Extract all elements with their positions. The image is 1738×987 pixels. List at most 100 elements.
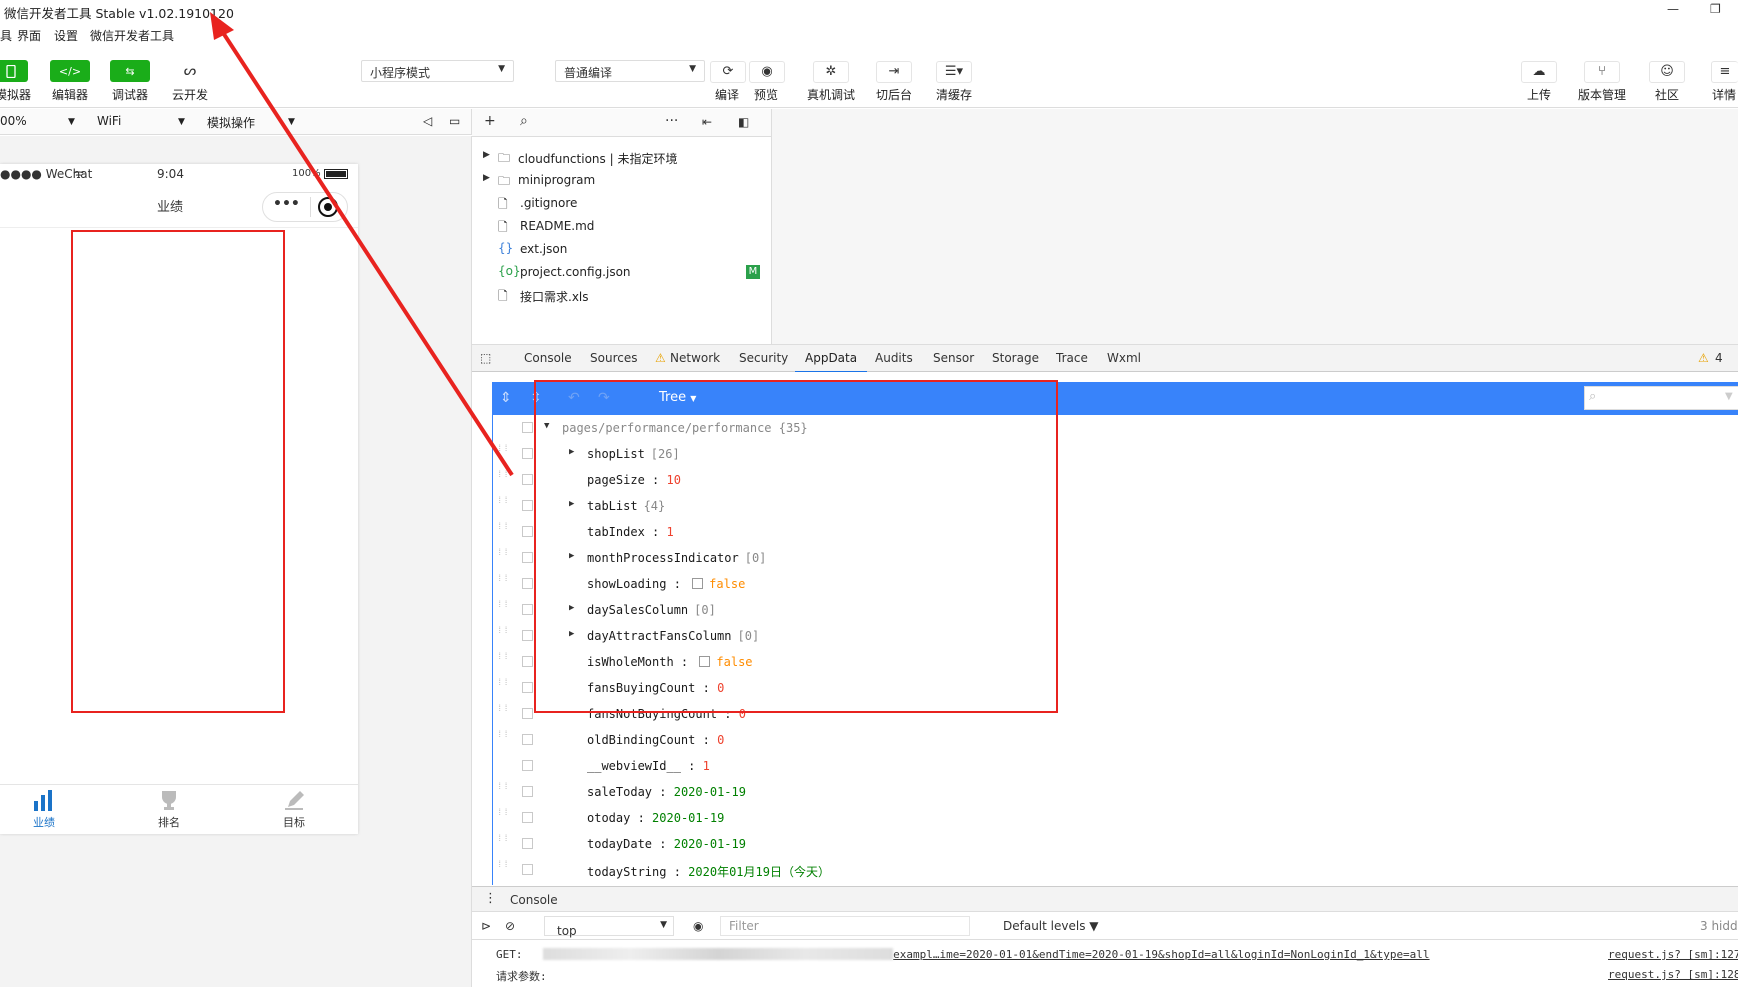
drag-handle-icon[interactable]: ⁞⁞ <box>497 861 509 875</box>
real-device-debug-button[interactable]: ✲ <box>813 61 849 83</box>
json-row[interactable]: ⁞⁞ showLoading : false <box>493 571 1693 597</box>
restore-button[interactable]: ❐ <box>1710 2 1721 16</box>
drag-handle-icon[interactable]: ⁞⁞ <box>497 653 509 667</box>
json-root-row[interactable]: ▼ pages/performance/performance {35} <box>493 415 1693 441</box>
log-levels-select[interactable]: Default levels ▼ <box>1003 919 1099 933</box>
expand-all-icon[interactable]: ⇕ <box>500 390 512 406</box>
context-menu-button[interactable] <box>522 604 533 615</box>
console-filter-input[interactable]: Filter <box>720 916 970 936</box>
json-value[interactable]: false <box>716 655 752 669</box>
bool-checkbox[interactable] <box>692 578 704 589</box>
expand-arrow-icon[interactable]: ▶ <box>483 150 490 160</box>
tab-sensor[interactable]: Sensor <box>933 351 974 365</box>
drawer-menu-icon[interactable]: ⋮ <box>484 891 497 906</box>
json-key-name[interactable]: isWholeMonth <box>587 655 674 669</box>
json-key-name[interactable]: todayString <box>587 865 666 879</box>
json-value[interactable]: 0 <box>717 681 724 695</box>
window-icon[interactable]: ▭ <box>449 114 460 128</box>
json-row[interactable]: ⁞⁞ ▶ monthProcessIndicator [0] <box>493 545 1693 571</box>
context-menu-button[interactable] <box>522 734 533 745</box>
file-item-xls[interactable]: 🗋 接口需求.xls <box>472 284 772 306</box>
eye-icon[interactable]: ◉ <box>693 919 703 933</box>
simulator-toggle-button[interactable] <box>0 60 28 82</box>
log-url[interactable]: exampl…ime=2020-01-01&endTime=2020-01-19… <box>893 948 1429 961</box>
json-row[interactable]: ⁞⁞ tabIndex : 1 <box>493 519 1693 545</box>
upload-button[interactable]: ☁ <box>1521 61 1557 83</box>
context-menu-button[interactable] <box>522 422 533 433</box>
details-button[interactable]: ≡ <box>1711 61 1738 83</box>
warning-count[interactable]: 4 <box>1715 351 1723 365</box>
drag-handle-icon[interactable]: ⁞⁞ <box>497 731 509 745</box>
expand-arrow-icon[interactable]: ▶ <box>483 173 490 183</box>
more-icon[interactable]: ••• <box>273 196 300 212</box>
json-value[interactable]: 0 <box>717 733 724 747</box>
json-key-name[interactable]: oldBindingCount <box>587 733 695 747</box>
json-row[interactable]: ⁞⁞ otoday : 2020-01-19 <box>493 805 1693 831</box>
context-menu-button[interactable] <box>522 656 533 667</box>
json-value[interactable]: 0 <box>739 707 746 721</box>
context-menu-button[interactable] <box>522 708 533 719</box>
cloud-dev-button[interactable]: ᔕ <box>170 60 210 82</box>
context-menu-button[interactable] <box>522 630 533 641</box>
context-menu-button[interactable] <box>522 682 533 693</box>
simulate-ops-select[interactable]: 模拟操作 <box>207 114 255 131</box>
json-row[interactable]: ⁞⁞ todayDate : 2020-01-19 <box>493 831 1693 857</box>
context-menu-button[interactable] <box>522 812 533 823</box>
drag-handle-icon[interactable]: ⁞⁞ <box>497 523 509 537</box>
drag-handle-icon[interactable]: ⁞⁞ <box>497 627 509 641</box>
tab-target[interactable]: 目标 <box>254 789 334 830</box>
mute-icon[interactable]: ◁ <box>423 114 432 128</box>
hide-panel-icon[interactable]: ◧ <box>738 115 749 129</box>
add-file-icon[interactable]: + <box>484 113 496 129</box>
drag-handle-icon[interactable]: ⁞⁞ <box>497 445 509 459</box>
show-sidebar-icon[interactable]: ⊳ <box>481 919 491 933</box>
tab-security[interactable]: Security <box>739 351 788 365</box>
json-row[interactable]: ⁞⁞ isWholeMonth : false <box>493 649 1693 675</box>
context-menu-button[interactable] <box>522 526 533 537</box>
editor-toggle-button[interactable]: </> <box>50 60 90 82</box>
more-options-icon[interactable]: ··· <box>665 113 678 129</box>
context-menu-button[interactable] <box>522 786 533 797</box>
menu-tools[interactable]: 具 <box>0 27 12 44</box>
log-source-link[interactable]: request.js? [sm]:127 <box>1608 948 1738 961</box>
collapse-arrow-icon[interactable]: ▼ <box>544 421 549 431</box>
json-value[interactable]: 2020-01-19 <box>674 837 746 851</box>
drag-handle-icon[interactable]: ⁞⁞ <box>497 809 509 823</box>
json-row[interactable]: ⁞⁞ oldBindingCount : 0 <box>493 727 1693 753</box>
drag-handle-icon[interactable]: ⁞⁞ <box>497 835 509 849</box>
json-row[interactable]: ⁞⁞ saleToday : 2020-01-19 <box>493 779 1693 805</box>
file-item-readme[interactable]: 🗋 README.md <box>472 215 772 237</box>
console-drawer-tab[interactable]: Console <box>500 893 568 915</box>
json-value[interactable]: 1 <box>703 759 710 773</box>
drag-handle-icon[interactable]: ⁞⁞ <box>497 679 509 693</box>
json-key-name[interactable]: todayDate <box>587 837 652 851</box>
view-mode-select[interactable]: Tree ▼ <box>659 390 696 405</box>
json-key-name[interactable]: tabIndex <box>587 525 645 539</box>
undo-icon[interactable]: ↶ <box>568 390 580 406</box>
community-button[interactable]: ☺ <box>1649 61 1685 83</box>
context-menu-button[interactable] <box>522 552 533 563</box>
menu-settings[interactable]: 设置 <box>54 27 78 44</box>
tab-console[interactable]: Console <box>524 351 572 365</box>
background-button[interactable]: ⇥ <box>876 61 912 83</box>
json-row[interactable]: ⁞⁞ fansNotBuyingCount : 0 <box>493 701 1693 727</box>
drag-handle-icon[interactable]: ⁞⁞ <box>497 497 509 511</box>
redo-icon[interactable]: ↷ <box>598 390 610 406</box>
json-row[interactable]: __webviewId__ : 1 <box>493 753 1693 779</box>
json-row[interactable]: ⁞⁞ pageSize : 10 <box>493 467 1693 493</box>
json-value[interactable]: 2020年01月19日（今天） <box>688 865 830 879</box>
json-key-name[interactable]: __webviewId__ <box>587 759 681 773</box>
json-key-name[interactable]: shopList <box>587 447 645 461</box>
expand-arrow-icon[interactable]: ▶ <box>569 499 574 509</box>
json-value[interactable]: 2020-01-19 <box>652 811 724 825</box>
collapse-all-icon[interactable]: ⇤ <box>702 115 712 129</box>
json-key-name[interactable]: pageSize <box>587 473 645 487</box>
json-row[interactable]: ⁞⁞ ▶ shopList [26] <box>493 441 1693 467</box>
json-key-name[interactable]: dayAttractFansColumn <box>587 629 732 643</box>
file-item-ext-json[interactable]: {} ext.json <box>472 238 772 260</box>
collapse-all-icon[interactable]: ⇳ <box>530 390 542 406</box>
expand-arrow-icon[interactable]: ▶ <box>569 551 574 561</box>
bool-checkbox[interactable] <box>699 656 711 667</box>
context-menu-button[interactable] <box>522 760 533 771</box>
mode-select[interactable]: 小程序模式 ▼ <box>361 60 514 82</box>
